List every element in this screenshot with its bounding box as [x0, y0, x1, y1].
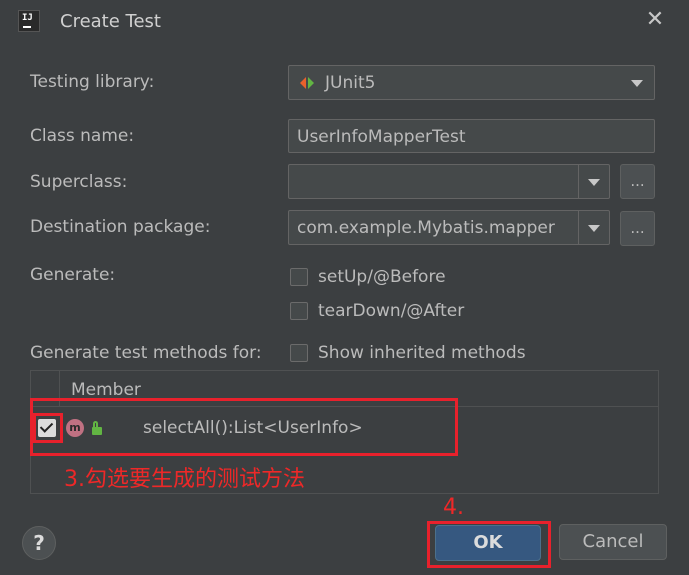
destination-browse-button[interactable]: ...: [620, 211, 655, 246]
help-button[interactable]: ?: [22, 526, 56, 560]
generate-label: Generate:: [30, 265, 116, 285]
teardown-label: tearDown/@After: [318, 301, 465, 321]
superclass-combo[interactable]: [288, 164, 610, 199]
superclass-label: Superclass:: [30, 172, 128, 192]
annotation-row-box: [30, 398, 458, 456]
teardown-checkbox[interactable]: [290, 302, 308, 320]
ok-button[interactable]: OK: [435, 525, 541, 561]
annotation-checkbox-box: [33, 413, 63, 443]
superclass-browse-button[interactable]: ...: [620, 164, 655, 199]
annotation-step4: 4.: [443, 495, 464, 520]
chevron-down-icon[interactable]: [588, 179, 600, 186]
destination-package-combo[interactable]: com.example.Mybatis.mapper: [288, 210, 610, 245]
testing-library-label: Testing library:: [30, 72, 155, 92]
junit-icon: [300, 77, 314, 89]
close-icon[interactable]: ✕: [644, 9, 666, 31]
testing-library-value: JUnit5: [325, 73, 376, 93]
methods-label: Generate test methods for:: [30, 343, 262, 363]
setup-checkbox[interactable]: [290, 268, 308, 286]
class-name-value: UserInfoMapperTest: [297, 127, 466, 147]
class-name-label: Class name:: [30, 126, 135, 146]
column-header-member[interactable]: Member: [71, 380, 141, 400]
show-inherited-checkbox[interactable]: [290, 344, 308, 362]
class-name-input[interactable]: UserInfoMapperTest: [288, 119, 655, 153]
show-inherited-label: Show inherited methods: [318, 343, 526, 363]
annotation-step3: 3.勾选要生成的测试方法: [64, 467, 305, 492]
chevron-down-icon: [631, 80, 643, 87]
setup-label: setUp/@Before: [318, 267, 446, 287]
chevron-down-icon[interactable]: [588, 225, 600, 232]
destination-package-value: com.example.Mybatis.mapper: [297, 218, 555, 238]
dialog-title: Create Test: [60, 11, 161, 32]
destination-package-label: Destination package:: [30, 217, 211, 237]
cancel-button[interactable]: Cancel: [559, 524, 667, 560]
testing-library-dropdown[interactable]: JUnit5: [288, 65, 655, 100]
intellij-icon: IJ: [18, 10, 40, 32]
